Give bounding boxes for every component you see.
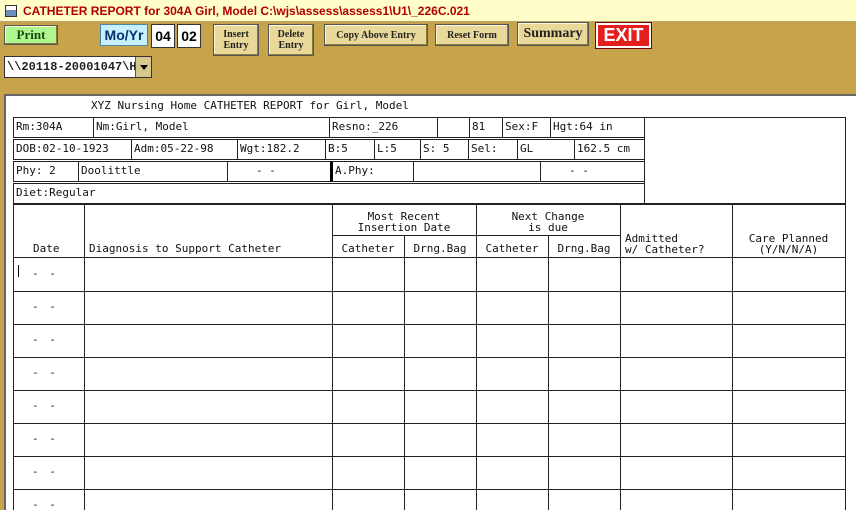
blank-field[interactable] <box>437 117 470 138</box>
text-caret <box>18 265 19 277</box>
window-title: CATHETER REPORT for 304A Girl, Model C:\… <box>23 3 470 18</box>
grid-v-5 <box>548 235 549 510</box>
reset-label: Reset Form <box>447 29 497 41</box>
col-next-change-2: is due <box>528 221 568 234</box>
reset-form-button[interactable]: Reset Form <box>435 24 509 46</box>
aphy-name-field[interactable] <box>413 161 541 182</box>
row-date-field[interactable]: - - <box>32 465 58 478</box>
name-field[interactable]: Nm:Girl, Model <box>93 117 330 138</box>
path-value: \\20118-20001047\H <box>7 60 135 74</box>
height-field[interactable]: Hgt:64 in <box>550 117 645 138</box>
copy-above-entry-button[interactable]: Copy Above Entry <box>324 24 428 46</box>
cm-field[interactable]: 162.5 cm <box>574 139 645 160</box>
col-most-recent-2: Insertion Date <box>357 221 451 234</box>
aphy-field[interactable]: A.Phy: <box>330 161 414 182</box>
insert-entry-button[interactable]: Insert Entry <box>213 24 259 56</box>
col-diagnosis: Diagnosis to Support Catheter <box>89 242 282 255</box>
delete-label-2: Entry <box>278 40 304 51</box>
s-field[interactable]: S: 5 <box>420 139 469 160</box>
b-field[interactable]: B:5 <box>325 139 375 160</box>
phy-name-field[interactable]: Doolittle <box>78 161 228 182</box>
header-right-box <box>644 117 846 205</box>
row-divider <box>13 324 846 325</box>
row-date-field[interactable]: - - <box>32 300 58 313</box>
phy-field[interactable]: Phy: 2 <box>13 161 79 182</box>
row-divider <box>13 489 846 490</box>
app-icon <box>5 4 17 17</box>
row-date-field[interactable]: - - <box>32 399 58 412</box>
resno-field[interactable]: Resno:_226 <box>329 117 438 138</box>
weight-field[interactable]: Wgt:182.2 <box>237 139 326 160</box>
summary-button[interactable]: Summary <box>517 22 589 46</box>
path-dropdown[interactable]: \\20118-20001047\H <box>4 56 152 78</box>
row-divider <box>13 291 846 292</box>
row-divider <box>13 456 846 457</box>
grid-header-bottom <box>13 257 846 258</box>
mo-yr-label[interactable]: Mo/Yr <box>100 24 148 46</box>
sex-field[interactable]: Sex:F <box>502 117 551 138</box>
l-field[interactable]: L:5 <box>374 139 421 160</box>
room-field[interactable]: Rm:304A <box>13 117 94 138</box>
title-bar: CATHETER REPORT for 304A Girl, Model C:\… <box>0 0 856 22</box>
insert-label-2: Entry <box>223 40 249 51</box>
age-field[interactable]: 81 <box>469 117 503 138</box>
row-divider <box>13 390 846 391</box>
col-catheter-2: Catheter <box>485 242 539 255</box>
row-date-field[interactable]: - - <box>32 366 58 379</box>
phy-date-field[interactable]: - - <box>227 161 331 182</box>
adm-field[interactable]: Adm:05-22-98 <box>131 139 238 160</box>
delete-entry-button[interactable]: Delete Entry <box>268 24 314 56</box>
row-date-field[interactable]: - - <box>32 267 58 280</box>
print-button[interactable]: Print <box>4 25 58 45</box>
row-date-field[interactable]: - - <box>32 498 58 510</box>
gl-field[interactable]: GL <box>517 139 575 160</box>
insert-label-1: Insert <box>223 29 249 40</box>
sel-label: Sel: <box>468 139 518 160</box>
delete-label-1: Delete <box>277 29 305 40</box>
month-field[interactable]: 04 <box>151 24 175 48</box>
col-admitted-2: w/ Catheter? <box>625 243 705 256</box>
grid-top <box>13 203 846 205</box>
col-date: Date <box>33 242 60 255</box>
row-divider <box>13 357 846 358</box>
row-date-field[interactable]: - - <box>32 333 58 346</box>
col-catheter: Catheter <box>341 242 395 255</box>
grid-v-3 <box>404 235 405 510</box>
copy-label: Copy Above Entry <box>336 29 416 41</box>
row-date-field[interactable]: - - <box>32 432 58 445</box>
year-field[interactable]: 02 <box>177 24 201 48</box>
aphy-date-field[interactable]: - - <box>540 161 645 182</box>
diet-field[interactable]: Diet:Regular <box>13 183 645 204</box>
col-drng-bag-2: Drng.Bag <box>557 242 611 255</box>
row-divider <box>13 423 846 424</box>
dob-field[interactable]: DOB:02-10-1923 <box>13 139 132 160</box>
print-label: Print <box>16 27 46 42</box>
chevron-down-icon[interactable] <box>135 57 151 77</box>
report-form: XYZ Nursing Home CATHETER REPORT for Gir… <box>4 94 856 510</box>
col-care-2: (Y/N/N/A) <box>758 243 819 256</box>
exit-label: EXIT <box>603 25 644 45</box>
exit-button[interactable]: EXIT <box>595 22 652 49</box>
col-drng-bag: Drng.Bag <box>413 242 467 255</box>
summary-label: Summary <box>523 26 583 41</box>
report-title: XYZ Nursing Home CATHETER REPORT for Gir… <box>91 99 409 112</box>
